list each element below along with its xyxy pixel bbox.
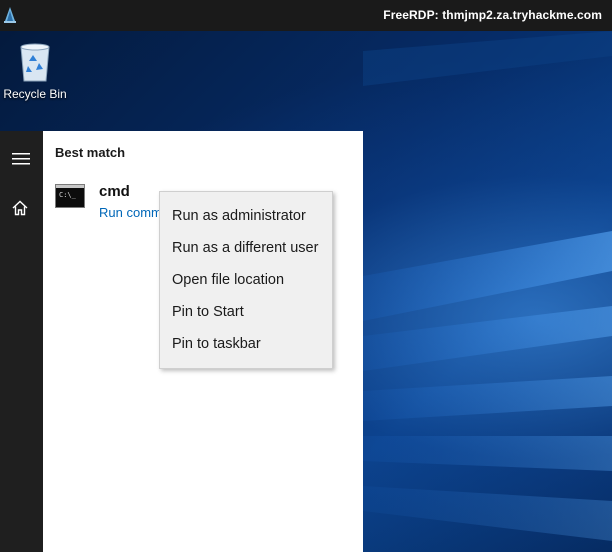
command-prompt-icon: C:\_ [55,184,85,208]
hamburger-menu-button[interactable] [0,141,43,177]
menu-item-pin-to-start[interactable]: Pin to Start [172,298,244,326]
command-prompt-icon-text: C:\_ [59,191,76,199]
home-button[interactable] [0,189,43,225]
window-titlebar: FreeRDP: thmjmp2.za.tryhackme.com [0,0,612,31]
recycle-bin-label: Recycle Bin [3,87,67,101]
best-match-heading: Best match [55,145,126,160]
hamburger-menu-icon [12,153,30,165]
menu-item-run-as-different-user[interactable]: Run as a different user [172,234,318,262]
window-title: FreeRDP: thmjmp2.za.tryhackme.com [383,8,602,22]
freerdp-icon [3,6,17,24]
menu-item-pin-to-taskbar[interactable]: Pin to taskbar [172,330,261,358]
desktop-icon-recycle-bin[interactable]: Recycle Bin [2,39,68,101]
menu-item-run-as-administrator[interactable]: Run as administrator [172,202,306,230]
start-menu-rail [0,131,43,552]
result-name: cmd [99,183,130,200]
menu-item-open-file-location[interactable]: Open file location [172,266,284,294]
context-menu: Run as administrator Run as a different … [159,191,333,369]
recycle-bin-icon [20,43,50,82]
home-icon [12,200,28,216]
result-subtitle: Run comm [99,205,162,220]
